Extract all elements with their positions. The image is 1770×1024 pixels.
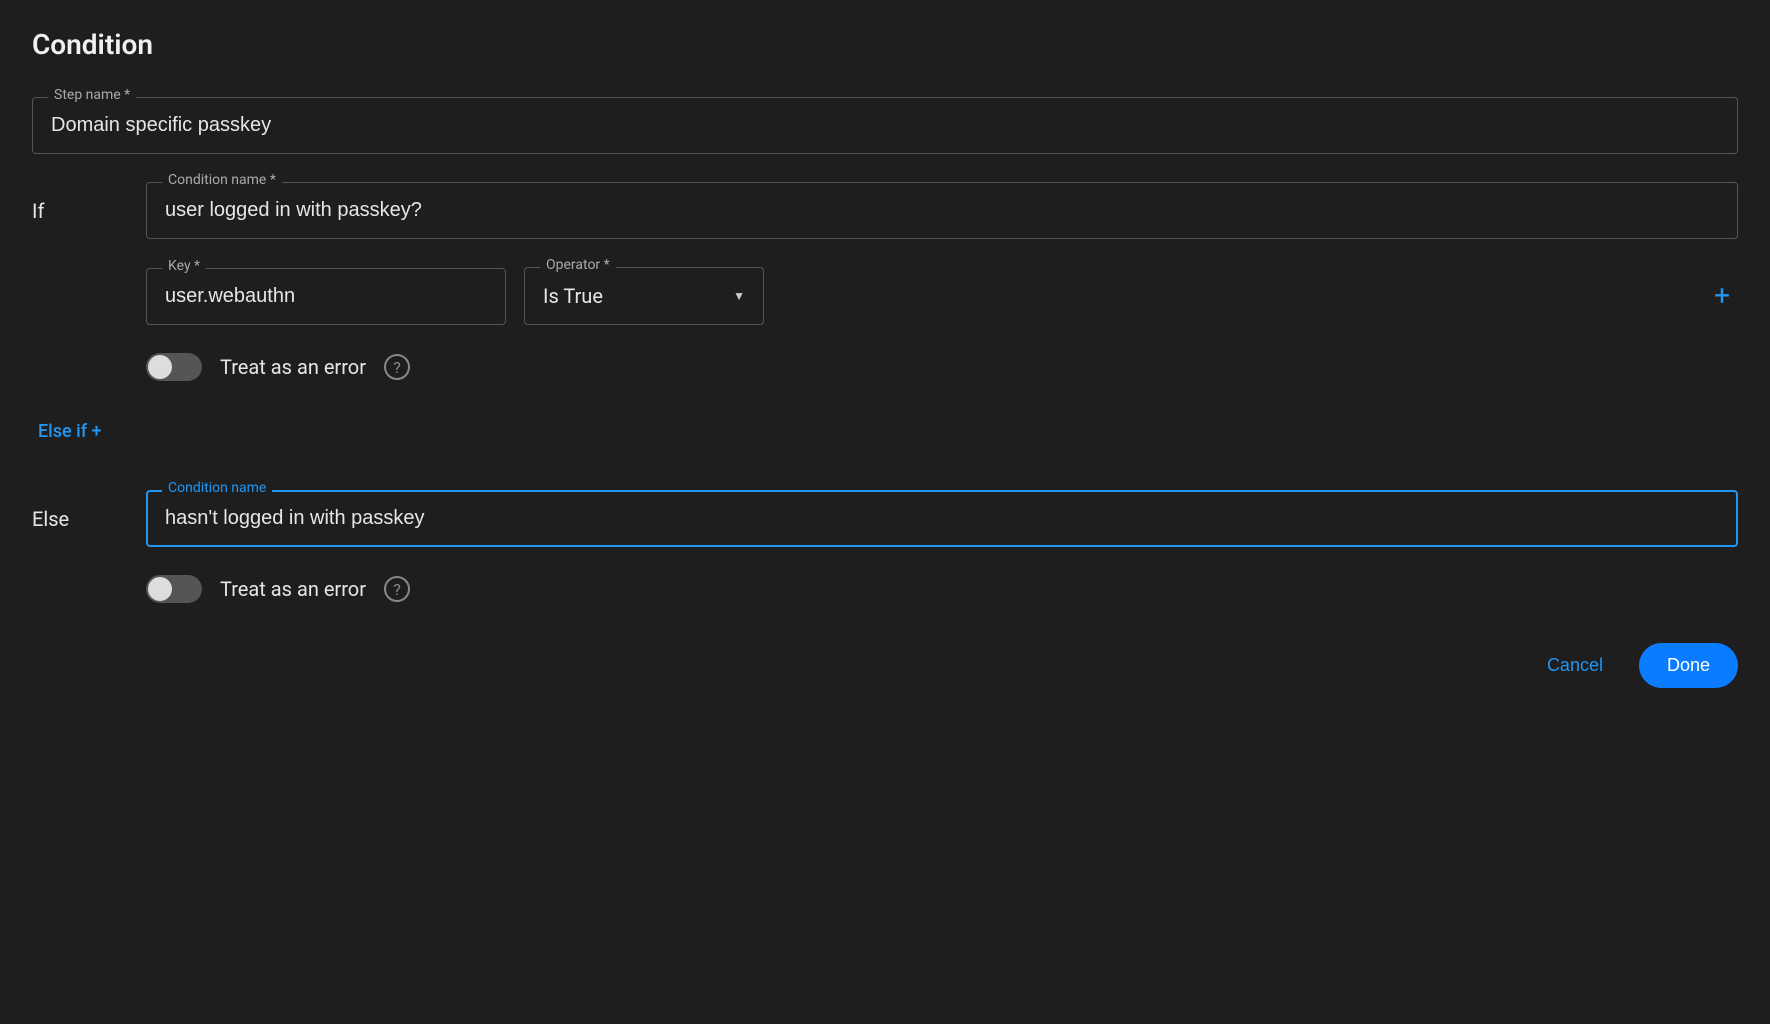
else-condition-name-field: Condition name	[146, 490, 1738, 547]
step-name-input[interactable]	[32, 97, 1738, 154]
cancel-button[interactable]: Cancel	[1531, 643, 1619, 688]
if-treat-error-label: Treat as an error	[220, 355, 366, 379]
step-name-label: Step name *	[48, 87, 136, 103]
else-condition-name-label: Condition name	[162, 480, 272, 496]
add-condition-button[interactable]: +	[1706, 274, 1738, 318]
elseif-link[interactable]: Else if +	[38, 421, 1738, 442]
if-label: If	[32, 199, 122, 223]
page-title: Condition	[32, 28, 1738, 61]
else-condition-name-input[interactable]	[146, 490, 1738, 547]
help-icon[interactable]: ?	[384, 354, 410, 380]
if-treat-error-toggle[interactable]	[146, 353, 202, 381]
key-label: Key *	[162, 258, 206, 274]
operator-value: Is True	[543, 284, 603, 308]
if-condition-name-field: Condition name *	[146, 182, 1738, 239]
else-treat-error-label: Treat as an error	[220, 577, 366, 601]
if-condition-name-label: Condition name *	[162, 172, 282, 188]
else-label: Else	[32, 507, 122, 531]
step-name-field: Step name *	[32, 97, 1738, 154]
toggle-thumb	[148, 355, 172, 379]
key-input[interactable]	[146, 268, 506, 325]
operator-select[interactable]: Is True ▼	[524, 267, 764, 325]
plus-icon: +	[1714, 279, 1730, 312]
done-button[interactable]: Done	[1639, 643, 1738, 688]
key-field: Key *	[146, 268, 506, 325]
operator-label: Operator *	[540, 257, 616, 273]
toggle-thumb	[148, 577, 172, 601]
if-condition-name-input[interactable]	[146, 182, 1738, 239]
chevron-down-icon: ▼	[733, 289, 745, 303]
help-icon[interactable]: ?	[384, 576, 410, 602]
operator-field: Operator * Is True ▼	[524, 267, 764, 325]
else-treat-error-toggle[interactable]	[146, 575, 202, 603]
